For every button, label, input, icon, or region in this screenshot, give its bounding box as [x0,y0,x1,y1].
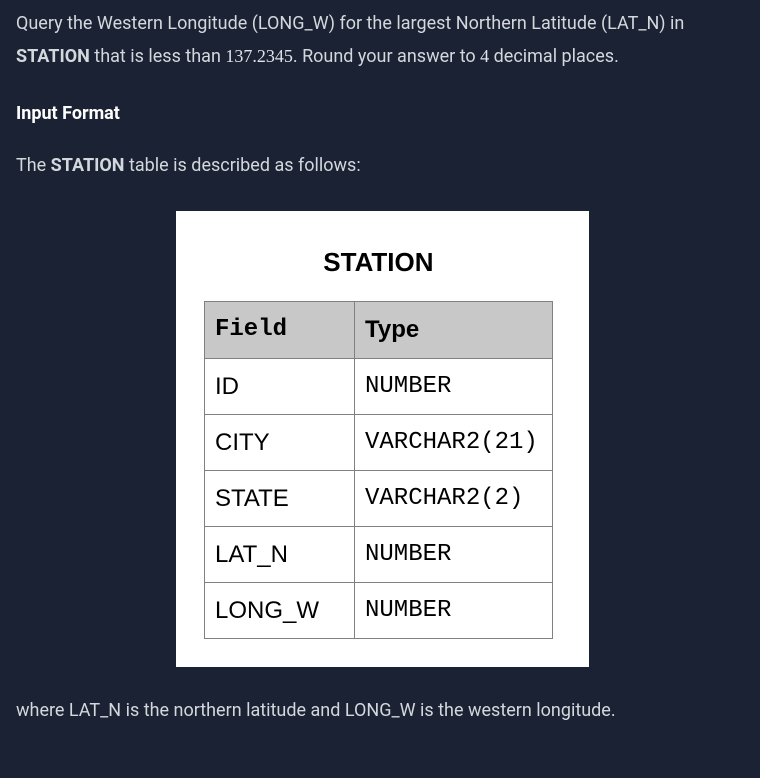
station-schema-table: Field Type ID NUMBER CITY VARCHAR2(21) S… [204,301,553,639]
problem-text-part3: . Round your answer to [293,46,480,67]
header-field: Field [205,302,355,358]
cell-field: ID [205,358,355,414]
threshold-value: 137.2345 [225,46,293,66]
decimal-places-value: 4 [480,46,489,66]
cell-type: VARCHAR2(21) [355,414,553,470]
problem-statement: Query the Western Longitude (LONG_W) for… [16,8,744,74]
cell-field: LAT_N [205,527,355,583]
footer-note: where LAT_N is the northern latitude and… [16,695,744,727]
cell-field: CITY [205,414,355,470]
cell-type: VARCHAR2(2) [355,470,553,526]
cell-type: NUMBER [355,583,553,639]
input-format-heading: Input Format [16,98,744,130]
problem-text-part1: Query the Western Longitude (LONG_W) for… [16,13,684,34]
table-row: LONG_W NUMBER [205,583,553,639]
table-row: STATE VARCHAR2(2) [205,470,553,526]
problem-text-part2: that is less than [90,46,226,67]
table-row: ID NUMBER [205,358,553,414]
table-image-container: STATION Field Type ID NUMBER CITY VARCHA… [176,211,589,668]
table-intro-part2: table is described as follows: [125,155,361,176]
cell-field: STATE [205,470,355,526]
cell-type: NUMBER [355,358,553,414]
header-type: Type [355,302,553,358]
table-intro: The STATION table is described as follow… [16,150,744,182]
station-keyword: STATION [16,46,90,67]
table-intro-part1: The [16,155,51,176]
table-row: LAT_N NUMBER [205,527,553,583]
station-keyword-2: STATION [51,155,125,176]
cell-type: NUMBER [355,527,553,583]
problem-text-part4: decimal places. [489,46,619,67]
table-row: CITY VARCHAR2(21) [205,414,553,470]
cell-field: LONG_W [205,583,355,639]
table-title: STATION [204,239,553,286]
table-header-row: Field Type [205,302,553,358]
